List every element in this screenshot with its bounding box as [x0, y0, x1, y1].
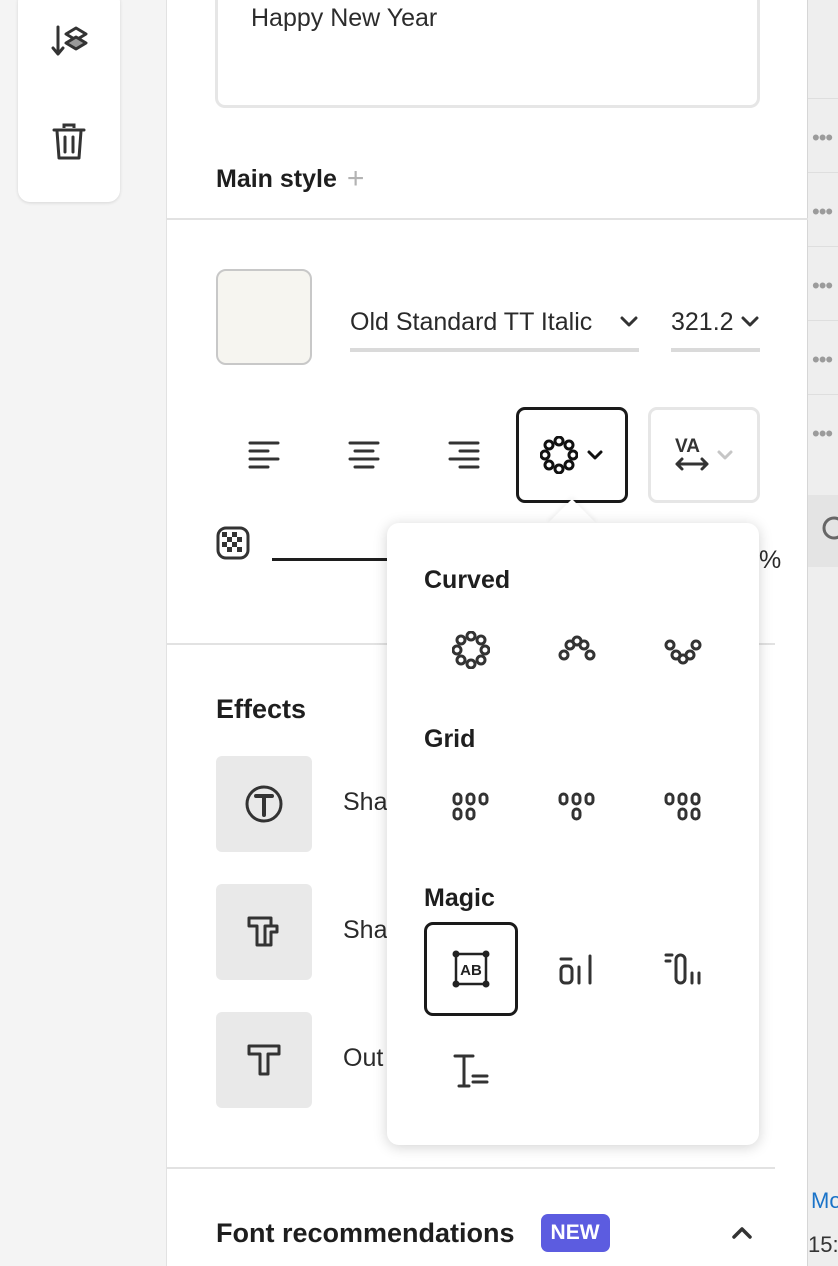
effects-title: Effects: [216, 694, 307, 724]
timestamp: 15:4: [808, 1232, 838, 1257]
effect-shadow-button[interactable]: [216, 884, 312, 980]
font-recommendations-header[interactable]: Font recommendations NEW: [216, 1214, 610, 1252]
circle-curve-icon: [540, 436, 578, 474]
magic-box-icon: AB: [452, 950, 490, 988]
more-icon[interactable]: •••: [812, 125, 833, 151]
opacity-slider[interactable]: [272, 558, 392, 561]
magic-columns-icon: [559, 954, 592, 985]
curve-valley-option[interactable]: [636, 603, 730, 697]
curve-valley-icon: [664, 639, 702, 665]
magic-columns-option[interactable]: [530, 922, 624, 1016]
outline-icon: [247, 1044, 281, 1076]
text-input-value: Happy New Year: [251, 4, 438, 32]
magic-text-lines-option[interactable]: [424, 1025, 518, 1119]
more-icon[interactable]: •••: [812, 347, 833, 373]
align-center-icon: [348, 441, 380, 469]
font-size-select[interactable]: 321.2: [671, 296, 760, 352]
svg-text:VA: VA: [675, 436, 700, 457]
curve-arch-option[interactable]: [530, 603, 624, 697]
magic-section-title: Magic: [424, 884, 495, 912]
list-item[interactable]: •••: [808, 394, 838, 468]
layer-order-icon: [51, 25, 88, 56]
effect-shadow-label: Sha: [343, 916, 388, 944]
grid-center-icon: [558, 792, 595, 821]
curve-circle-icon: [452, 631, 490, 669]
letter-spacing-button[interactable]: VA: [648, 407, 760, 503]
main-style-label: Main style: [216, 164, 337, 193]
color-swatch[interactable]: [216, 269, 312, 365]
grid-right-icon: [664, 792, 701, 821]
magic-text-lines-icon: [453, 1054, 489, 1088]
plus-icon[interactable]: +: [347, 164, 365, 194]
more-icon[interactable]: •••: [812, 273, 833, 299]
chevron-down-icon: [741, 316, 759, 327]
text-input[interactable]: Happy New Year: [215, 0, 760, 108]
search-button[interactable]: [808, 495, 838, 567]
effect-shape-label: Sha: [343, 788, 388, 816]
list-item[interactable]: •••: [808, 320, 838, 394]
main-style-header: Main style +: [216, 164, 364, 194]
new-badge: NEW: [540, 1214, 610, 1252]
align-right-icon: [448, 441, 480, 469]
list-item[interactable]: •••: [808, 98, 838, 172]
divider: [167, 1167, 775, 1169]
effect-shape-button[interactable]: [216, 756, 312, 852]
magic-scatter-option[interactable]: [636, 922, 730, 1016]
grid-right-option[interactable]: [636, 760, 730, 854]
grid-section-title: Grid: [424, 725, 476, 753]
trash-icon: [52, 123, 86, 160]
text-shape-button[interactable]: [516, 407, 628, 503]
align-center-button[interactable]: [334, 427, 394, 483]
svg-text:AB: AB: [460, 962, 482, 979]
list-item[interactable]: •••: [808, 172, 838, 246]
grid-center-option[interactable]: [530, 760, 624, 854]
magic-box-option[interactable]: AB: [424, 922, 518, 1016]
search-icon: [822, 516, 838, 540]
opacity-percent: %: [759, 546, 782, 574]
text-shape-popover: Curved Grid Magic AB: [387, 523, 759, 1145]
more-link[interactable]: Mo: [811, 1188, 838, 1214]
divider: [167, 218, 809, 220]
shadow-icon: [247, 916, 279, 947]
tool-rail: [18, 0, 120, 202]
font-family-value: Old Standard TT Italic: [350, 307, 593, 336]
curved-section-title: Curved: [424, 566, 511, 594]
effect-outline-label: Out: [343, 1044, 384, 1072]
chevron-down-icon: [620, 316, 638, 327]
align-left-button[interactable]: [234, 427, 294, 483]
font-size-value: 321.2: [671, 307, 734, 336]
font-family-select[interactable]: Old Standard TT Italic: [350, 296, 639, 352]
grid-wide-icon: [452, 792, 489, 821]
more-icon[interactable]: •••: [812, 421, 833, 447]
list-item[interactable]: •••: [808, 246, 838, 320]
curve-arch-icon: [558, 635, 596, 661]
delete-button[interactable]: [49, 122, 89, 162]
magic-scatter-icon: [664, 953, 701, 985]
chevron-down-icon: [587, 450, 603, 460]
more-icon[interactable]: •••: [812, 199, 833, 225]
align-left-icon: [248, 441, 280, 469]
shape-icon: [245, 785, 283, 823]
font-recommendations-title: Font recommendations: [216, 1217, 515, 1248]
grid-wide-option[interactable]: [424, 760, 518, 854]
chevron-up-icon[interactable]: [731, 1224, 753, 1240]
layer-order-button[interactable]: [49, 22, 89, 62]
letter-spacing-icon: VA: [675, 436, 709, 471]
align-right-button[interactable]: [434, 427, 494, 483]
curve-circle-option[interactable]: [424, 603, 518, 697]
chevron-down-icon: [717, 450, 733, 460]
adjacent-panel: ••• ••• ••• ••• ••• Mo 15:4: [808, 0, 838, 1266]
effect-outline-button[interactable]: [216, 1012, 312, 1108]
opacity-icon: [216, 526, 250, 560]
